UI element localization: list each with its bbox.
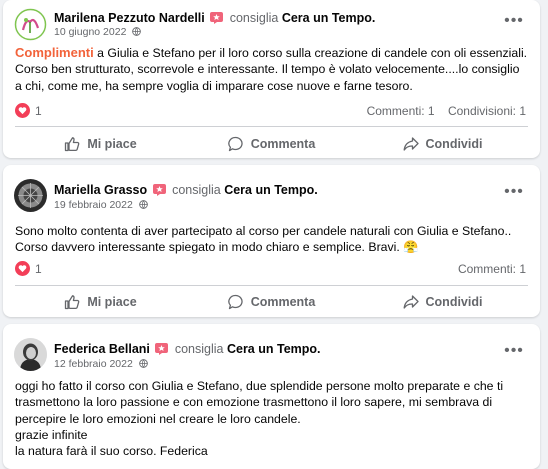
share-icon (403, 295, 419, 309)
highlight-word[interactable]: Complimenti (15, 45, 94, 60)
comment-button[interactable]: Commenta (186, 131, 357, 157)
avatar-logo-image (14, 8, 47, 41)
divider (15, 285, 528, 286)
recommend-icon (155, 343, 169, 355)
post-header: Mariella Grasso consiglia Cera un Tempo. (54, 182, 318, 198)
like-button[interactable]: Mi piace (15, 289, 186, 315)
post-date-row: 12 febbraio 2022 (54, 357, 148, 371)
comment-label: Commenta (250, 295, 316, 309)
author-name[interactable]: Federica Bellani (54, 342, 150, 356)
page-name[interactable]: Cera un Tempo. (282, 11, 376, 25)
recommend-verb: consiglia (172, 183, 221, 197)
recommend-icon (210, 12, 224, 24)
post-text: oggi ho fatto il corso con Giulia e Stef… (15, 378, 528, 459)
comment-icon (227, 136, 243, 152)
post-date[interactable]: 19 febbraio 2022 (54, 199, 133, 211)
like-label: Mi piace (87, 295, 137, 309)
stats-right: Commenti: 1 Condivisioni: 1 (367, 104, 526, 118)
recommend-verb: consiglia (174, 342, 224, 356)
globe-icon (132, 27, 142, 36)
post-date[interactable]: 12 febbraio 2022 (54, 358, 133, 370)
post-text-line: grazie infinite (15, 427, 88, 442)
post-text-line: oggi ho fatto il corso con Giulia e Stef… (15, 379, 504, 426)
post-stats: 1 Commenti: 1 Condivisioni: 1 (15, 103, 526, 121)
like-icon (65, 295, 80, 310)
post-header: Marilena Pezzuto Nardelli consiglia Cera… (54, 10, 375, 26)
globe-icon (138, 200, 148, 209)
avatar-photo (14, 338, 47, 371)
reaction-count: 1 (35, 103, 42, 118)
share-icon (403, 137, 419, 151)
globe-icon (138, 359, 148, 368)
heart-icon (15, 103, 30, 118)
action-bar: Mi piace Commenta Condividi (15, 131, 528, 157)
post-header: Federica Bellani consiglia Cera un Tempo… (54, 341, 321, 357)
comments-count[interactable]: Commenti: 1 (367, 104, 435, 118)
post-date[interactable]: 10 giugno 2022 (54, 26, 126, 38)
heart-icon (15, 261, 30, 276)
like-label: Mi piace (87, 137, 137, 151)
action-bar: Mi piace Commenta Condividi (15, 289, 528, 315)
post-date-row: 10 giugno 2022 (54, 25, 142, 39)
author-name[interactable]: Marilena Pezzuto Nardelli (54, 11, 205, 25)
recommend-icon (152, 184, 166, 196)
author-avatar[interactable] (14, 8, 47, 41)
page-name[interactable]: Cera un Tempo. (224, 183, 318, 197)
like-button[interactable]: Mi piace (15, 131, 186, 157)
like-icon (65, 137, 80, 152)
comments-count[interactable]: Commenti: 1 (458, 262, 526, 276)
review-post-2: Mariella Grasso consiglia Cera un Tempo.… (3, 165, 540, 317)
page-name[interactable]: Cera un Tempo. (227, 342, 321, 356)
reaction-count: 1 (35, 261, 42, 276)
review-post-1: Marilena Pezzuto Nardelli consiglia Cera… (3, 0, 540, 158)
comment-icon (227, 294, 243, 310)
more-options-icon[interactable]: ••• (502, 184, 526, 203)
divider (15, 126, 528, 127)
recommend-verb: consiglia (229, 11, 279, 25)
shares-count[interactable]: Condivisioni: 1 (448, 104, 526, 118)
stats-right: Commenti: 1 (458, 262, 526, 276)
review-post-3: Federica Bellani consiglia Cera un Tempo… (3, 324, 540, 469)
share-label: Condividi (425, 137, 483, 151)
author-avatar[interactable] (14, 338, 47, 371)
reaction-summary[interactable]: 1 (15, 103, 42, 118)
more-options-icon[interactable]: ••• (502, 13, 526, 32)
avatar-photo (14, 179, 47, 212)
post-text-line: la natura farà il suo corso. Federica (15, 444, 208, 459)
comment-button[interactable]: Commenta (186, 289, 357, 315)
post-date-row: 19 febbraio 2022 (54, 198, 148, 212)
reaction-summary[interactable]: 1 (15, 261, 42, 276)
post-text: Complimenti a Giulia e Stefano per il lo… (15, 45, 528, 94)
share-label: Condividi (425, 295, 483, 309)
author-name[interactable]: Mariella Grasso (54, 183, 147, 197)
post-text: Sono molto contenta di aver partecipato … (15, 224, 512, 255)
author-avatar[interactable] (14, 179, 47, 212)
more-options-icon[interactable]: ••• (502, 343, 526, 362)
comment-label: Commenta (250, 137, 316, 151)
post-stats: 1 Commenti: 1 (15, 261, 526, 279)
share-button[interactable]: Condividi (357, 131, 528, 157)
share-button[interactable]: Condividi (357, 289, 528, 315)
